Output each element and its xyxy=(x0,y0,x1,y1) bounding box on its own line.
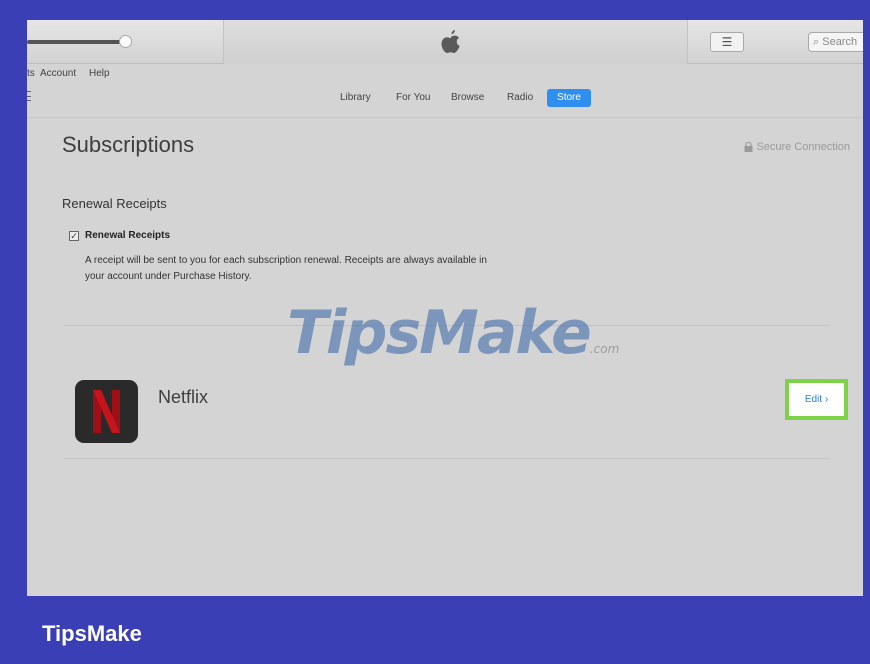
checkbox-label: Renewal Receipts xyxy=(85,230,171,241)
secure-connection-label: Secure Connection xyxy=(756,141,850,153)
search-input[interactable]: ⌕ Search xyxy=(808,32,863,52)
edit-button[interactable]: Edit › xyxy=(789,383,844,416)
edit-highlight: Edit › xyxy=(785,379,848,420)
sidebar-menu-icon[interactable] xyxy=(27,91,31,101)
tab-store[interactable]: Store xyxy=(547,89,591,107)
menu-bar: ts Account Help xyxy=(27,64,863,84)
tab-library[interactable]: Library xyxy=(340,89,371,107)
search-placeholder: Search xyxy=(822,36,858,48)
watermark: TipsMake.com xyxy=(287,298,619,368)
itunes-window: ☰ ⌕ Search ts Account Help Library For Y… xyxy=(27,20,863,596)
nav-toolbar: Library For You Browse Radio Store xyxy=(27,84,863,118)
menu-item-help[interactable]: Help xyxy=(89,68,110,79)
netflix-app-icon xyxy=(75,380,138,443)
page-title: Subscriptions xyxy=(62,132,195,157)
lcd-display xyxy=(223,20,688,64)
footer-brand: TipsMake xyxy=(42,621,142,646)
divider xyxy=(64,458,829,459)
search-icon: ⌕ xyxy=(813,36,820,48)
renewal-description: A receipt will be sent to you for each s… xyxy=(85,255,487,282)
tab-for-you[interactable]: For You xyxy=(396,89,430,107)
watermark-suffix: .com xyxy=(589,342,620,356)
tab-browse[interactable]: Browse xyxy=(451,89,484,107)
list-icon[interactable]: ☰ xyxy=(710,32,744,52)
volume-slider[interactable] xyxy=(27,40,125,44)
secure-connection: Secure Connection xyxy=(744,141,850,153)
watermark-text: TipsMake xyxy=(287,298,592,368)
netflix-logo-icon xyxy=(93,390,120,433)
tab-radio[interactable]: Radio xyxy=(507,89,533,107)
menu-item-account[interactable]: Account xyxy=(40,68,76,79)
renewal-receipts-checkbox[interactable]: ✓ xyxy=(69,231,79,241)
menu-item-partial[interactable]: ts xyxy=(27,68,35,79)
title-bar: ☰ ⌕ Search xyxy=(27,20,863,64)
section-heading: Renewal Receipts xyxy=(62,196,167,211)
volume-knob[interactable] xyxy=(119,35,132,48)
app-name: Netflix xyxy=(158,387,209,407)
apple-logo-icon xyxy=(441,30,460,53)
lock-icon xyxy=(744,142,753,152)
